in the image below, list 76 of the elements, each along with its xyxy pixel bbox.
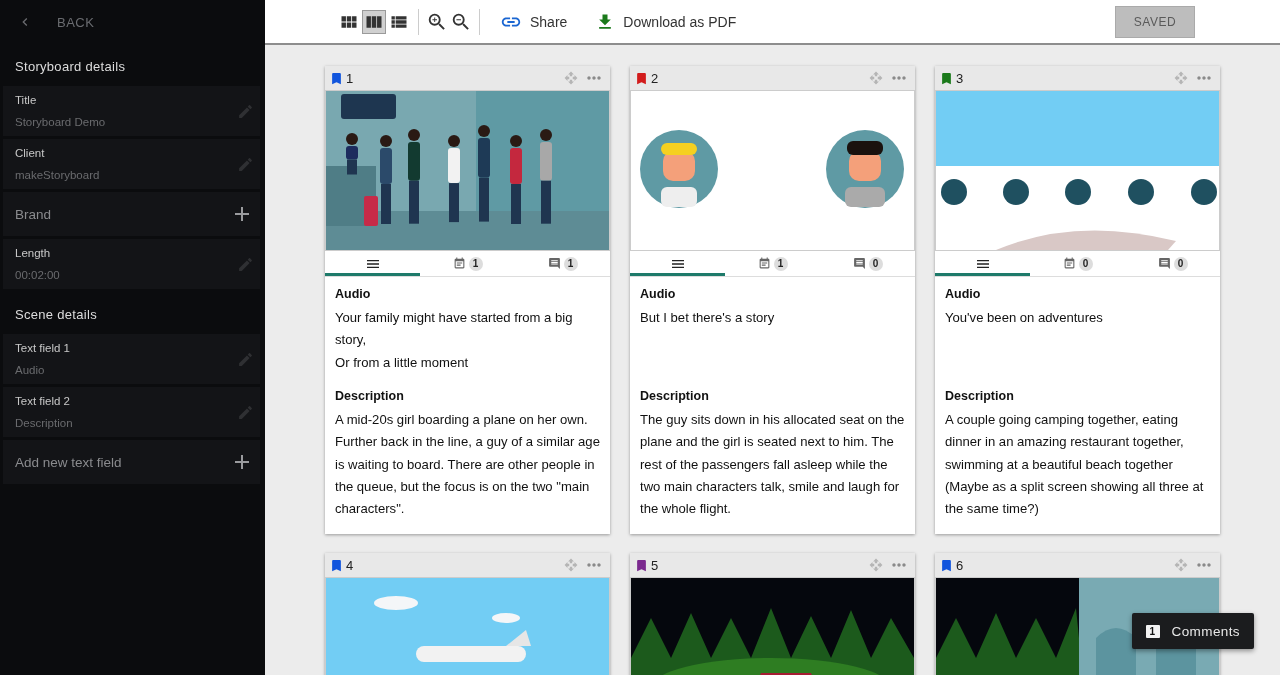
card-tab[interactable] (935, 251, 1030, 276)
field-value: 00:02:00 (15, 269, 61, 281)
pencil-icon[interactable] (237, 403, 254, 421)
count-badge: 1 (468, 256, 483, 271)
comment-icon (547, 257, 561, 270)
field-value: Storyboard Demo (15, 116, 107, 128)
bookmark-icon[interactable] (634, 558, 649, 573)
count-badge: 1 (563, 256, 578, 271)
field-text: The guy sits down in his allocated seat on the plane and the girl is seated next to him. The rest of the passengers fall asleep while the two main characters talk, smile and laugh for the whole flight. (640, 411, 905, 519)
pencil-icon[interactable] (237, 155, 254, 173)
bookmark-icon[interactable] (634, 70, 649, 86)
field-label: Text field 1 (15, 342, 71, 354)
calendar-icon (452, 257, 466, 270)
field-value: makeStoryboard (15, 169, 101, 181)
move-icon[interactable] (1174, 71, 1188, 85)
calendar-icon (757, 257, 771, 270)
count-badge: 1 (773, 256, 788, 271)
scene-number: 5 (651, 558, 660, 573)
count-badge: 0 (868, 256, 883, 271)
card-tab[interactable] (325, 251, 420, 276)
field-title: Description (945, 389, 1015, 403)
pencil-icon[interactable] (237, 255, 254, 273)
field-text: A mid-20s girl boarding a plane on her own. Further back in the line, a guy of a similar age is waiting to board. There are other people in the queue, but the focus is on the two "main characters". (335, 411, 600, 519)
field-title: Audio (335, 287, 372, 301)
share-button[interactable]: Share (500, 10, 568, 33)
field-label: Add new text field (15, 454, 123, 470)
field-value: Description (15, 417, 74, 429)
scene-number: 2 (651, 70, 660, 86)
scene-number: 1 (346, 70, 355, 86)
section-title: Scene details (14, 306, 98, 324)
move-icon[interactable] (564, 71, 578, 85)
field-title: Audio (640, 287, 677, 301)
card-tab[interactable] (630, 251, 725, 276)
field-text: A couple going camping together, eating dinner in an amazing restaurant together, swimming at a beautiful beach together (Maybe as a split screen showing all three at the same time?) (945, 411, 1205, 519)
add-field[interactable]: Brand (3, 192, 260, 236)
download-button[interactable]: Download as PDF (595, 11, 737, 32)
field-label: Text field 2 (15, 395, 71, 407)
detail-field[interactable]: Text field 2 Description (3, 387, 260, 437)
count-badge: 0 (1078, 256, 1093, 271)
detail-field[interactable]: Length 00:02:00 (3, 239, 260, 289)
scene-number: 6 (956, 558, 965, 573)
count-badge: 0 (1173, 256, 1188, 271)
detail-field[interactable]: Title Storyboard Demo (3, 86, 260, 136)
section-title: Storyboard details (14, 58, 127, 76)
detail-field[interactable]: Text field 1 Audio (3, 334, 260, 384)
move-icon[interactable] (1174, 558, 1188, 573)
pencil-icon[interactable] (237, 102, 254, 120)
field-label: Length (15, 247, 52, 259)
move-icon[interactable] (869, 558, 883, 573)
comment-count: 1 (1145, 624, 1160, 638)
field-text: But I bet there's a story (640, 309, 776, 327)
bookmark-icon[interactable] (939, 70, 954, 86)
field-text: You've been on adventures (945, 309, 1104, 327)
detail-field[interactable]: Client makeStoryboard (3, 139, 260, 189)
view-button[interactable] (362, 9, 386, 34)
field-value: Audio (15, 364, 46, 376)
move-icon[interactable] (564, 558, 578, 573)
scene-number: 4 (346, 558, 355, 573)
field-text: Your family might have started from a big story, Or from a little moment (335, 309, 574, 372)
comments-button[interactable]: 1 Comments (1131, 613, 1254, 649)
scene-number: 3 (956, 70, 965, 86)
comment-icon (852, 257, 866, 270)
calendar-icon (1062, 257, 1076, 270)
field-label: Brand (15, 206, 53, 222)
move-icon[interactable] (869, 71, 883, 85)
bookmark-icon[interactable] (329, 70, 344, 86)
field-title: Description (640, 389, 710, 403)
field-label: Title (15, 94, 38, 106)
field-title: Audio (945, 287, 982, 301)
bookmark-icon[interactable] (939, 558, 954, 573)
pencil-icon[interactable] (237, 350, 254, 368)
comment-icon (1157, 257, 1171, 270)
add-field[interactable]: Add new text field (3, 440, 260, 484)
bookmark-icon[interactable] (329, 558, 344, 573)
field-title: Description (335, 389, 405, 403)
field-label: Client (15, 147, 46, 159)
